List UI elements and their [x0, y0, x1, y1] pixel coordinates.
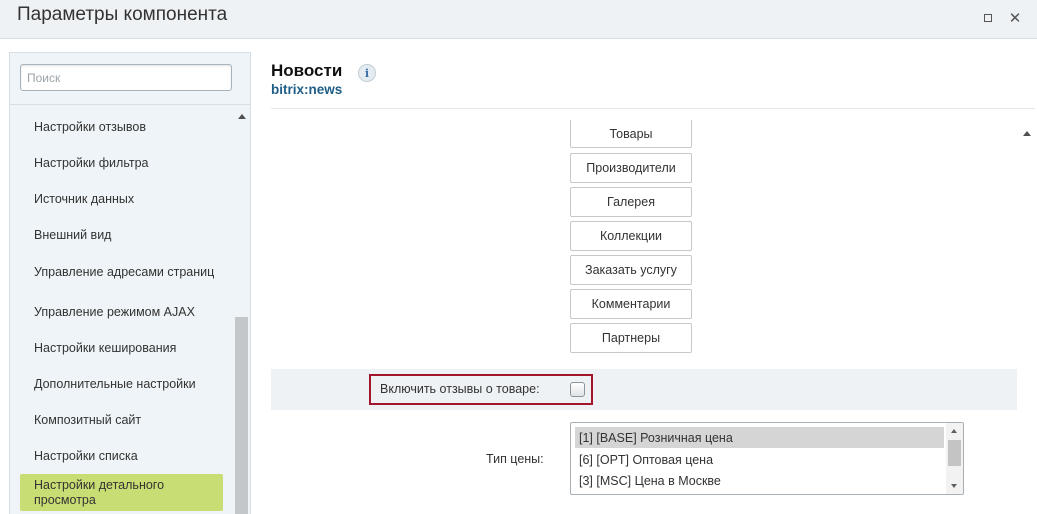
price-type-label: Тип цены: [486, 452, 544, 466]
sidebar-item-cache-settings[interactable]: Настройки кеширования [20, 335, 223, 361]
sidebar-item-ajax-mode[interactable]: Управление режимом AJAX [20, 299, 223, 325]
sidebar-item-composite-site[interactable]: Композитный сайт [20, 407, 223, 433]
maximize-button[interactable] [978, 8, 998, 28]
list-button-label: Заказать услугу [585, 263, 677, 277]
list-button-label: Комментарии [591, 297, 671, 311]
price-type-select[interactable]: [1] [BASE] Розничная цена [6] [OPT] Опто… [570, 422, 964, 495]
price-option-label: [6] [OPT] Оптовая цена [579, 452, 714, 467]
list-button-comments[interactable]: Комментарии [570, 289, 692, 319]
maximize-icon [984, 14, 992, 22]
component-code: bitrix:news [271, 82, 343, 97]
sidebar-item-data-source[interactable]: Источник данных [20, 186, 223, 212]
list-button-label: Галерея [607, 195, 655, 209]
content-scrollbar[interactable] [1019, 124, 1035, 514]
review-option-label: Включить отзывы о товаре: [380, 382, 540, 396]
price-option[interactable]: [1] [BASE] Розничная цена [575, 427, 944, 448]
list-button-label: Товары [609, 126, 653, 141]
price-option-label: [1] [BASE] Розничная цена [579, 430, 733, 445]
list-button-gallery[interactable]: Галерея [570, 187, 692, 217]
close-icon: ✕ [1008, 9, 1022, 27]
sidebar-item-reviews-settings[interactable]: Настройки отзывов [20, 114, 223, 140]
sidebar-item-list-settings[interactable]: Настройки списка [20, 443, 223, 469]
list-button-label: Партнеры [601, 331, 661, 345]
sidebar-item-url-management[interactable]: Управление адресами страниц [20, 254, 223, 290]
list-button-label: Коллекции [599, 229, 663, 243]
sidebar-item-label: Управление адресами страниц [34, 264, 215, 279]
review-option-checkbox[interactable] [570, 382, 585, 397]
sidebar-item-label: Настройки списка [34, 448, 138, 463]
sidebar-item-label: Управление режимом AJAX [34, 304, 195, 319]
sidebar-item-appearance[interactable]: Внешний вид [20, 222, 223, 248]
list-button-collections[interactable]: Коллекции [570, 221, 692, 251]
scrollbar-thumb[interactable] [948, 440, 961, 466]
search-input[interactable] [20, 64, 232, 91]
sidebar-search [10, 53, 250, 105]
sidebar-scrollbar[interactable] [234, 106, 250, 514]
select-scrollbar[interactable] [946, 423, 963, 494]
sidebar-item-label: Дополнительные настройки [34, 376, 196, 391]
sidebar-item-label: Настройки отзывов [34, 119, 146, 134]
price-option[interactable]: [3] [MSC] Цена в Москве [575, 470, 944, 491]
list-button-products[interactable]: Товары [570, 120, 692, 148]
scroll-down-icon[interactable] [951, 484, 957, 488]
sidebar-item-label: Настройки детального просмотра [34, 477, 165, 507]
close-button[interactable]: ✕ [1005, 8, 1025, 28]
window-title: Параметры компонента [17, 4, 228, 25]
sidebar-item-label: Внешний вид [34, 227, 112, 242]
price-option-label: [3] [MSC] Цена в Москве [579, 473, 721, 488]
sidebar-item-label: Композитный сайт [34, 412, 142, 427]
component-title: Новости [271, 61, 343, 80]
title-bar: Параметры компонента ✕ [0, 0, 1037, 39]
sidebar-item-label: Настройки кеширования [34, 340, 177, 355]
sidebar-item-label: Источник данных [34, 191, 135, 206]
header-divider [271, 108, 1035, 109]
scroll-up-icon[interactable] [1023, 131, 1031, 136]
sidebar-item-filter-settings[interactable]: Настройки фильтра [20, 150, 223, 176]
scroll-up-icon[interactable] [238, 114, 246, 119]
sidebar-item-detail-view-settings[interactable]: Настройки детального просмотра [20, 474, 223, 511]
list-button-order-service[interactable]: Заказать услугу [570, 255, 692, 285]
sidebar: Настройки отзывов Настройки фильтра Исто… [9, 52, 251, 514]
list-button-label: Производители [586, 161, 676, 175]
sidebar-item-label: Настройки фильтра [34, 155, 149, 170]
info-icon[interactable]: i [358, 64, 376, 82]
price-option[interactable]: [6] [OPT] Оптовая цена [575, 449, 944, 470]
scroll-up-icon[interactable] [951, 429, 957, 433]
sidebar-item-additional-settings[interactable]: Дополнительные настройки [20, 371, 223, 397]
scrollbar-thumb[interactable] [235, 317, 248, 514]
list-button-manufacturers[interactable]: Производители [570, 153, 692, 183]
list-button-partners[interactable]: Партнеры [570, 323, 692, 353]
